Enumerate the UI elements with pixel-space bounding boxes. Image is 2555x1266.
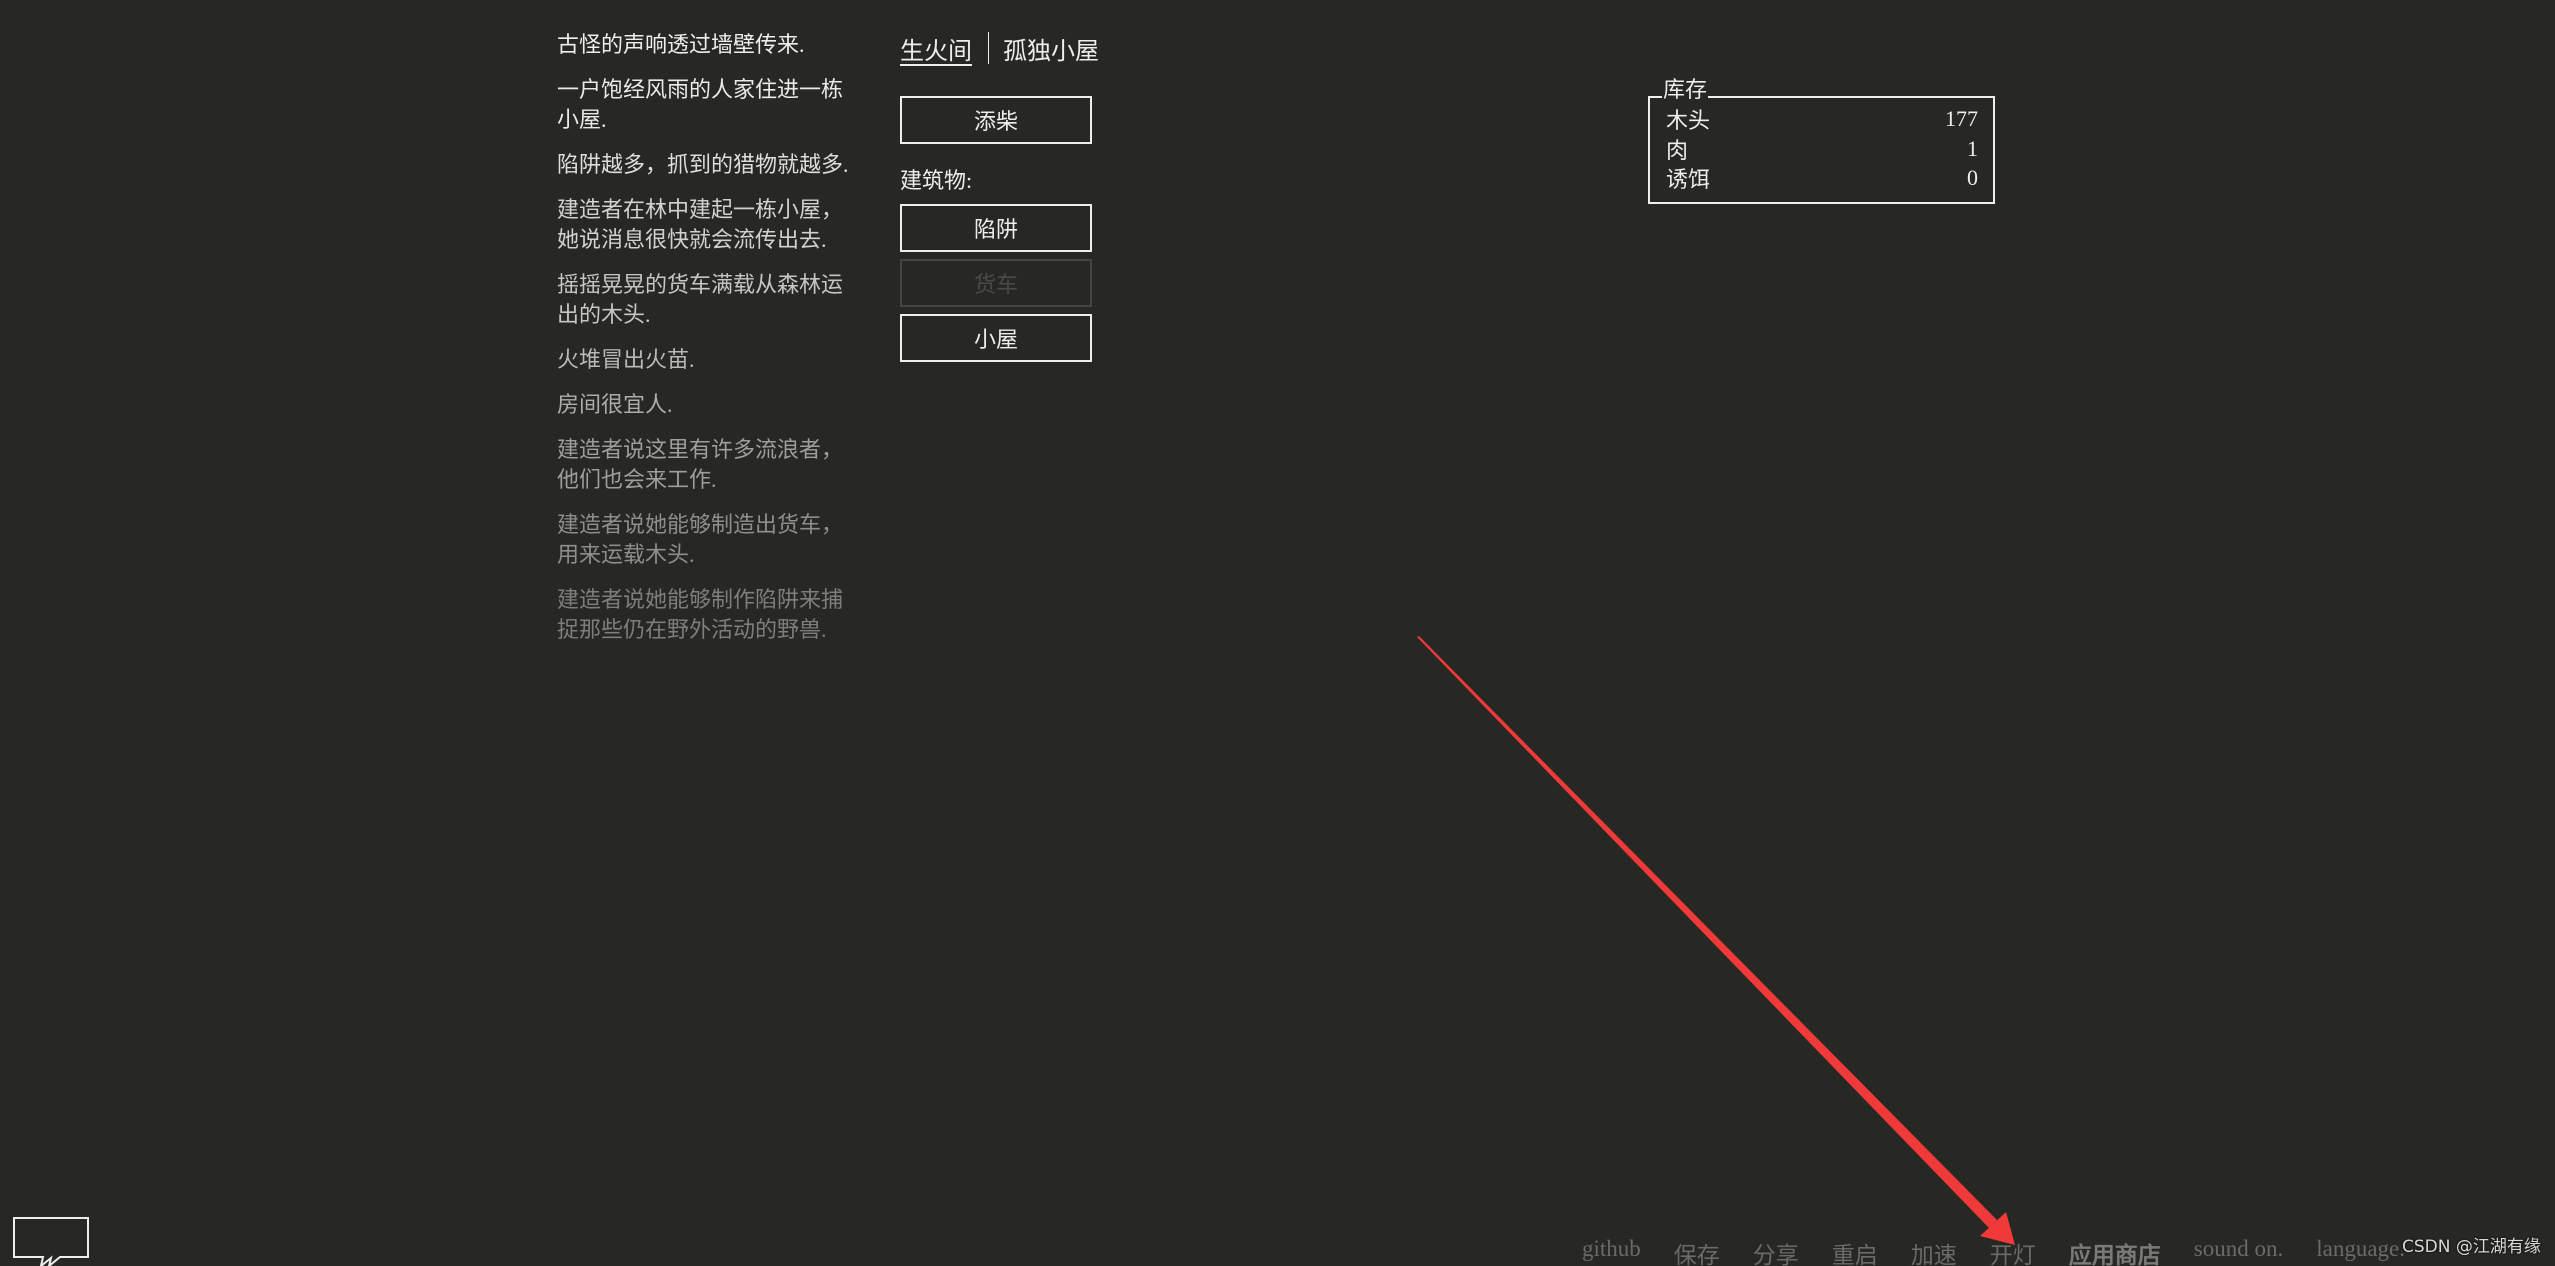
store-value: 1 — [1967, 135, 1978, 161]
store-name: 木头 — [1666, 107, 1711, 133]
notification: 房间很宜人. — [557, 392, 673, 417]
notification: 建造者在林中建起一栋小屋，她说消息很快就会流传出去. — [557, 197, 844, 252]
menu-sound-toggle[interactable]: sound on. — [2194, 1236, 2283, 1266]
menu-app-store-link[interactable]: 应用商店 — [2069, 1236, 2161, 1266]
stores-panel: 库存 木头 177 肉 1 诱饵 0 — [1648, 77, 1995, 204]
build-section-label: 建筑物: — [900, 168, 973, 193]
store-value: 177 — [1945, 105, 1978, 131]
menu-hyper-button[interactable]: 加速 — [1911, 1236, 1957, 1266]
notification: 火堆冒出火苗. — [557, 347, 695, 372]
notification: 摇摇晃晃的货车满载从森林运出的木头. — [557, 272, 844, 327]
notifications-log: 古怪的声响透过墙壁传来. 一户饱经风雨的人家住进一栋小屋. 陷阱越多，抓到的猎物… — [557, 30, 857, 660]
store-name: 肉 — [1666, 137, 1689, 163]
watermark: CSDN @江湖有缘 — [2402, 1237, 2541, 1257]
menu-save-button[interactable]: 保存 — [1674, 1236, 1720, 1266]
notification: 一户饱经风雨的人家住进一栋小屋. — [557, 77, 844, 132]
store-row-meat: 肉 1 — [1666, 134, 1978, 163]
store-row-wood: 木头 177 — [1666, 104, 1978, 133]
store-row-bait: 诱饵 0 — [1666, 163, 1978, 192]
menu-restart-button[interactable]: 重启 — [1832, 1236, 1878, 1266]
arrow-shaft — [1417, 636, 1997, 1228]
footer-menu: github 保存 分享 重启 加速 开灯 应用商店 sound on. lan… — [1582, 1236, 2438, 1266]
notification: 建造者说她能够制作陷阱来捕捉那些仍在野外活动的野兽. — [557, 587, 844, 642]
store-name: 诱饵 — [1666, 166, 1711, 192]
notification: 古怪的声响透过墙壁传来. — [557, 32, 805, 57]
notification: 陷阱越多，抓到的猎物就越多. — [557, 152, 849, 177]
stoke-fire-button[interactable]: 添柴 — [900, 96, 1092, 144]
menu-github-link[interactable]: github — [1582, 1236, 1641, 1266]
tab-divider — [988, 32, 989, 64]
notification: 建造者说她能够制造出货车，用来运载木头. — [557, 512, 844, 567]
stores-title: 库存 — [1662, 77, 1709, 103]
menu-language-button[interactable]: language. — [2316, 1236, 2405, 1266]
speech-bubble-icon[interactable] — [13, 1217, 89, 1266]
build-trap-button[interactable]: 陷阱 — [900, 204, 1092, 252]
notification: 建造者说这里有许多流浪者，他们也会来工作. — [557, 437, 844, 492]
build-cart-button[interactable]: 货车 — [900, 259, 1092, 307]
location-tabs: 生火间 孤独小屋 — [900, 31, 1099, 66]
tab-room[interactable]: 生火间 — [900, 31, 972, 66]
menu-lights-on-button[interactable]: 开灯 — [1990, 1236, 2036, 1266]
menu-share-button[interactable]: 分享 — [1753, 1236, 1799, 1266]
tab-lonely-hut[interactable]: 孤独小屋 — [1003, 31, 1099, 66]
store-value: 0 — [1967, 164, 1978, 190]
build-hut-button[interactable]: 小屋 — [900, 314, 1092, 362]
game-screen: 古怪的声响透过墙壁传来. 一户饱经风雨的人家住进一栋小屋. 陷阱越多，抓到的猎物… — [0, 0, 2555, 1266]
annotation-arrow — [1417, 636, 2015, 1245]
